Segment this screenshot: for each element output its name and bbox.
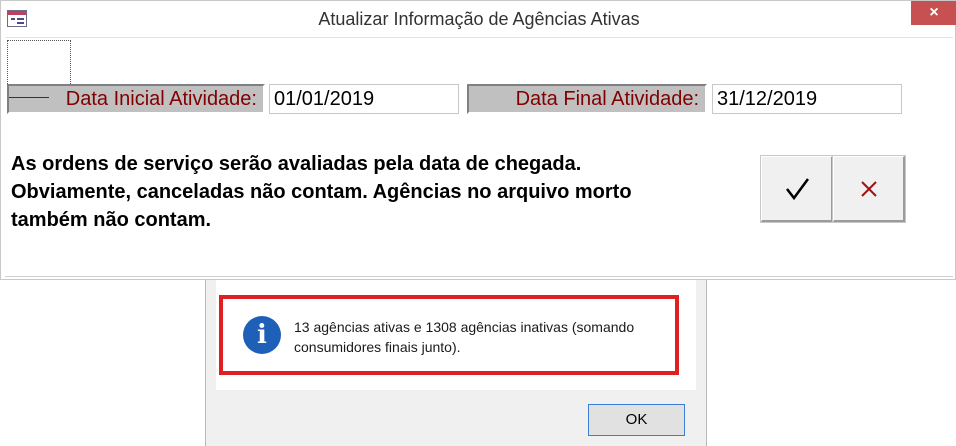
start-date-label: Data Inicial Atividade: xyxy=(7,84,265,114)
window-title: Atualizar Informação de Agências Ativas xyxy=(318,9,640,29)
end-date-label: Data Final Atividade: xyxy=(467,84,707,114)
ok-button[interactable]: OK xyxy=(588,404,685,436)
checkmark-icon xyxy=(785,177,809,200)
end-date-input[interactable]: 31/12/2019 xyxy=(712,84,902,114)
form-window: Atualizar Informação de Agências Ativas … xyxy=(0,0,956,280)
cross-icon xyxy=(860,180,877,197)
message-text: 13 agências ativas e 1308 agências inati… xyxy=(294,319,635,355)
info-note: As ordens de serviço serão avaliadas pel… xyxy=(11,153,632,231)
confirm-button[interactable] xyxy=(761,156,833,222)
start-date-input[interactable]: 01/01/2019 xyxy=(269,84,459,114)
cancel-button[interactable] xyxy=(833,156,905,222)
title-bar[interactable]: Atualizar Informação de Agências Ativas xyxy=(1,1,955,37)
close-button[interactable]: × xyxy=(911,1,956,25)
form-body: Data Inicial Atividade: 01/01/2019 Data … xyxy=(5,37,953,277)
info-icon: i xyxy=(243,316,281,354)
